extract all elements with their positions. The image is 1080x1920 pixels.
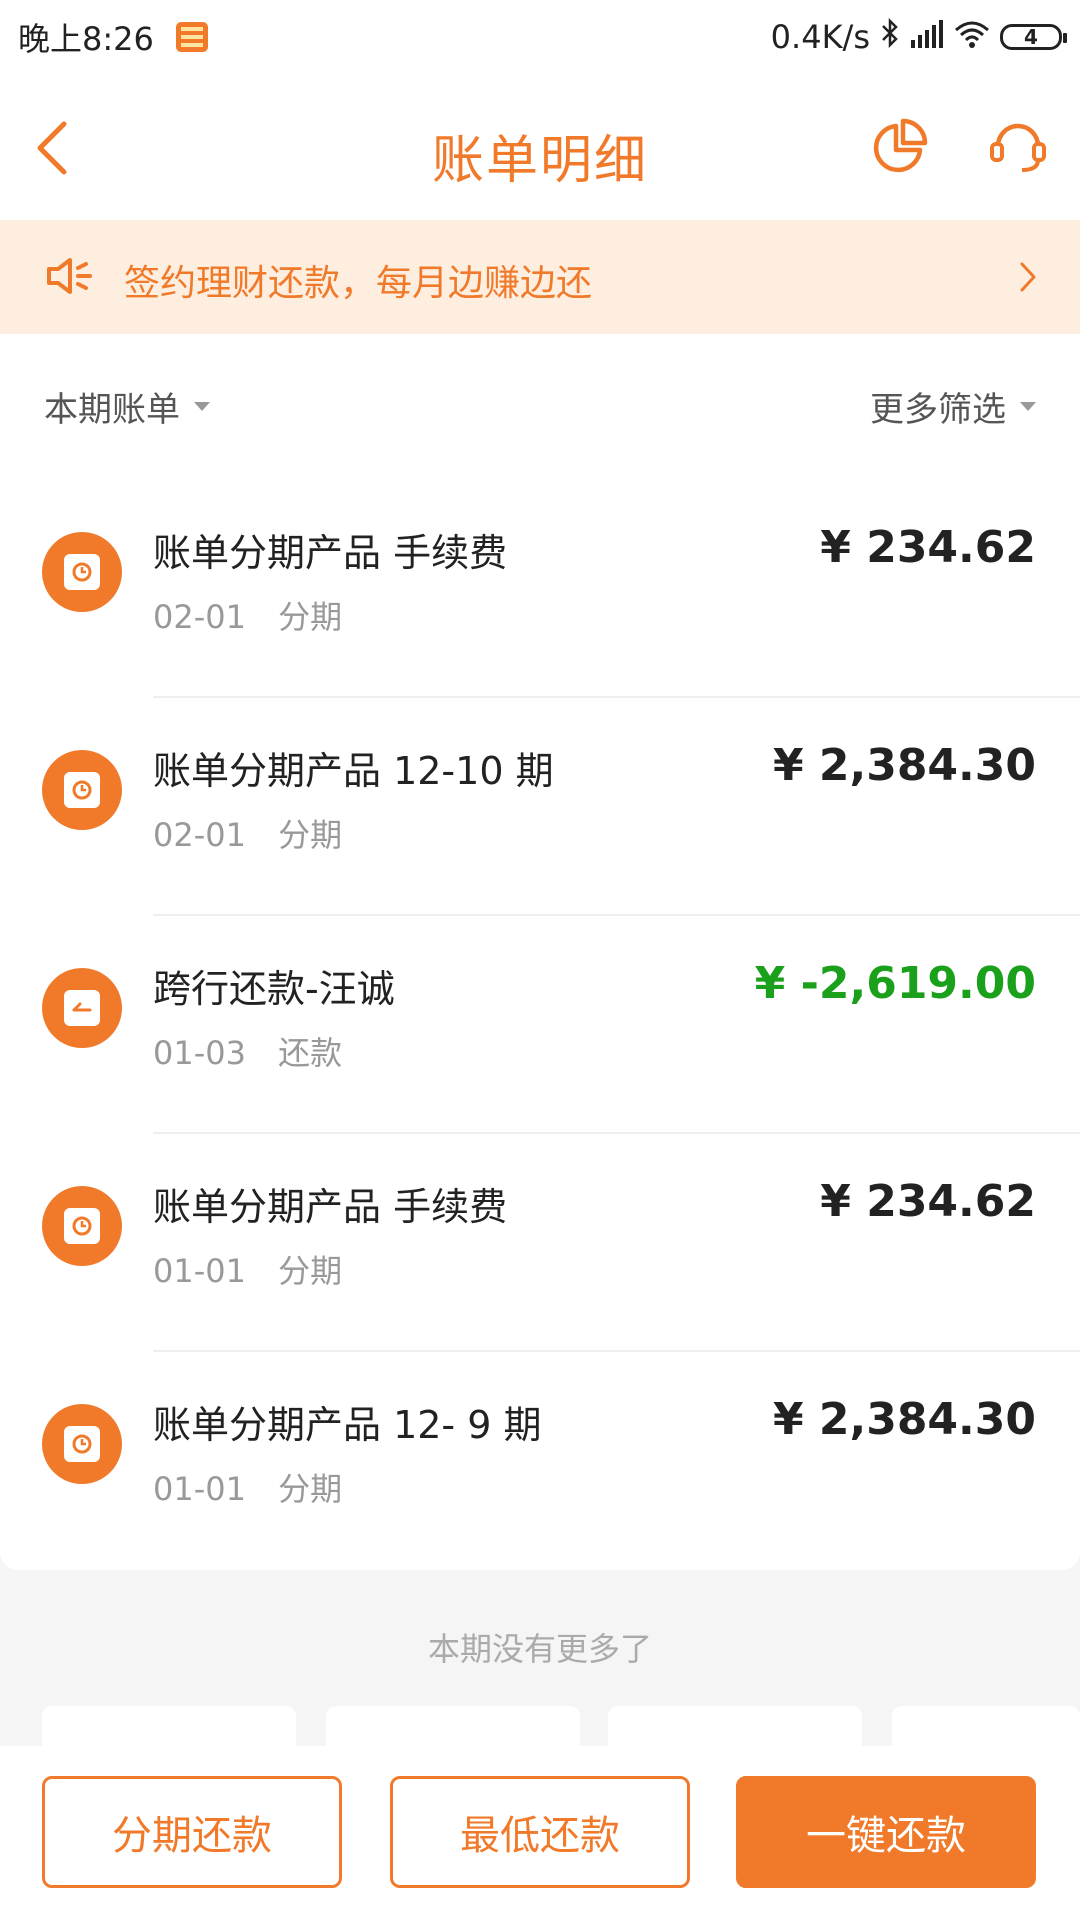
battery-level: 4 (1024, 25, 1038, 49)
transaction-meta: 01-01 分期 (153, 1246, 364, 1292)
transaction-name: 账单分期产品 12-10 期 (153, 749, 554, 793)
end-of-list-note: 本期没有更多了 (427, 1630, 652, 1668)
transaction-date: 02-01 (153, 598, 246, 636)
bottom-action-bar: 分期还款 最低还款 一键还款 (0, 1746, 1080, 1920)
minimum-repay-button[interactable]: 最低还款 (390, 1776, 690, 1888)
more-filter-dropdown[interactable]: 更多筛选 (870, 382, 1036, 431)
dropdown-arrow-icon (194, 402, 210, 411)
transaction-amount: ¥ 2,384.30 (772, 740, 1036, 791)
transaction-name: 账单分期产品 手续费 (153, 1185, 508, 1229)
transaction-amount: ¥ 234.62 (820, 522, 1036, 573)
customer-service-button[interactable] (988, 118, 1048, 174)
installment-repay-button[interactable]: 分期还款 (42, 1776, 342, 1888)
transaction-name: 跨行还款-汪诚 (153, 967, 395, 1011)
one-click-repay-button[interactable]: 一键还款 (736, 1776, 1036, 1888)
transaction-row[interactable]: 账单分期产品 12-10 期 02-01 分期 ¥ 2,384.30 (0, 698, 1080, 916)
transaction-meta: 01-01 分期 (153, 1464, 364, 1510)
transaction-row[interactable]: 跨行还款-汪诚 01-03 还款 ¥ -2,619.00 (0, 916, 1080, 1134)
speaker-icon (47, 258, 92, 294)
transaction-type: 分期 (278, 816, 343, 854)
installment-icon (42, 1404, 122, 1484)
period-filter-dropdown[interactable]: 本期账单 (44, 382, 210, 431)
summary-card (326, 1706, 580, 1746)
transaction-meta: 02-01 分期 (153, 810, 364, 856)
chevron-right-icon (1020, 262, 1036, 292)
transaction-row[interactable]: 账单分期产品 12- 9 期 01-01 分期 ¥ 2,384.30 (0, 1352, 1080, 1570)
period-filter-label: 本期账单 (44, 390, 180, 430)
installment-icon (42, 750, 122, 830)
transaction-amount: ¥ 2,384.30 (772, 1394, 1036, 1445)
network-speed: 0.4K/s (770, 18, 870, 56)
status-time: 晚上8:26 (18, 20, 154, 58)
transaction-date: 01-03 (153, 1034, 246, 1072)
transaction-meta: 01-03 还款 (153, 1028, 364, 1074)
transaction-type: 分期 (278, 1470, 343, 1508)
promo-banner[interactable]: 签约理财还款，每月边赚边还 (0, 220, 1080, 334)
statistics-button[interactable] (872, 118, 928, 174)
summary-card (608, 1706, 862, 1746)
filter-bar: 本期账单 更多筛选 (0, 334, 1080, 480)
transaction-date: 02-01 (153, 816, 246, 854)
bank-app-notification-icon (175, 22, 208, 52)
bluetooth-icon (880, 17, 900, 56)
signal-icon (910, 18, 944, 56)
pie-chart-icon (873, 118, 928, 173)
headset-icon (990, 123, 1046, 172)
transaction-row[interactable]: 账单分期产品 手续费 02-01 分期 ¥ 234.62 (0, 480, 1080, 698)
wifi-icon (954, 18, 990, 56)
dropdown-arrow-icon (1020, 402, 1036, 411)
summary-card (892, 1706, 1080, 1746)
transaction-list: 账单分期产品 手续费 02-01 分期 ¥ 234.62 账单分期产品 12-1… (0, 480, 1080, 1570)
transaction-type: 分期 (278, 598, 343, 636)
transaction-amount: ¥ -2,619.00 (754, 958, 1036, 1009)
transaction-type: 还款 (278, 1034, 343, 1072)
transaction-date: 01-01 (153, 1470, 246, 1508)
transaction-name: 账单分期产品 12- 9 期 (153, 1403, 542, 1447)
transaction-type: 分期 (278, 1252, 343, 1290)
summary-card (42, 1706, 296, 1746)
app-header: 账单明细 (0, 74, 1080, 220)
transaction-date: 01-01 (153, 1252, 246, 1290)
installment-icon (42, 1186, 122, 1266)
repayment-icon (42, 968, 122, 1048)
status-bar: 晚上8:26 0.4K/s 4 (0, 0, 1080, 74)
more-filter-label: 更多筛选 (870, 390, 1006, 430)
transaction-meta: 02-01 分期 (153, 592, 364, 638)
transaction-row[interactable]: 账单分期产品 手续费 01-01 分期 ¥ 234.62 (0, 1134, 1080, 1352)
banner-text: 签约理财还款，每月边赚边还 (124, 263, 593, 304)
transaction-amount: ¥ 234.62 (820, 1176, 1036, 1227)
installment-icon (42, 532, 122, 612)
transaction-name: 账单分期产品 手续费 (153, 531, 508, 575)
battery-icon: 4 (1000, 24, 1067, 50)
